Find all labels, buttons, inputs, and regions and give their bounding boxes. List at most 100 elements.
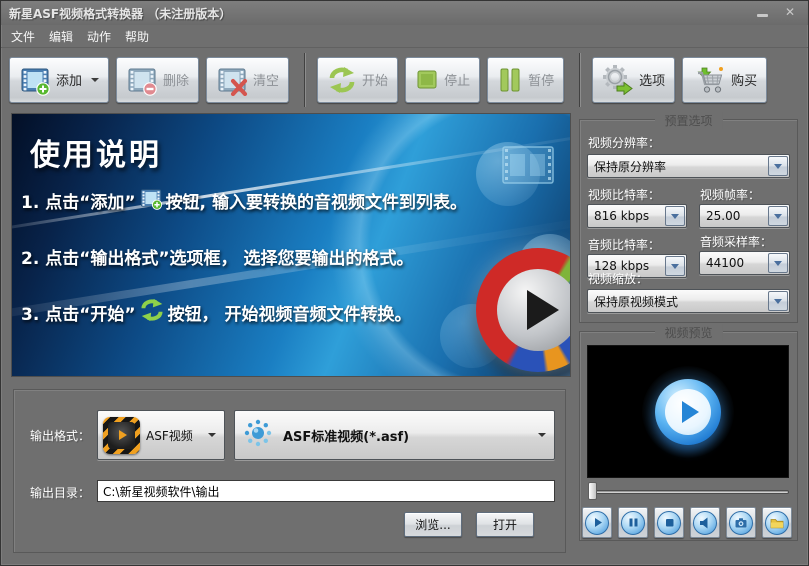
video-resolution-value: 保持原分辨率 (594, 159, 667, 174)
pause-icon (621, 510, 645, 535)
seek-slider-track[interactable] (593, 490, 789, 494)
play-triangle-icon (527, 290, 559, 330)
preview-play-button[interactable] (582, 507, 612, 538)
video-resolution-select[interactable]: 保持原分辨率 (587, 154, 790, 178)
add-video-inline-icon (139, 186, 163, 215)
stop-icon (657, 510, 681, 535)
seek-slider-thumb[interactable] (588, 482, 597, 500)
start-convert-inline-icon (139, 298, 165, 327)
video-scale-select[interactable]: 保持原视频模式 (587, 289, 790, 313)
chevron-down-icon[interactable] (768, 206, 788, 226)
instruction-step-1: 1. 点击“添加” 按钮, 输入要转换的音视频文件到列表。 (21, 186, 467, 215)
asf-format-icon (103, 416, 140, 454)
output-dir-input[interactable] (97, 480, 555, 502)
buy-button[interactable]: 购买 (682, 56, 768, 103)
profile-burst-icon (243, 418, 273, 452)
menubar: 文件 编辑 动作 帮助 (1, 25, 808, 47)
audio-bitrate-label: 音频比特率： (588, 238, 661, 252)
add-button-label: 添加 (56, 74, 83, 89)
chevron-down-icon[interactable] (768, 253, 788, 273)
media-player-logo-center (497, 269, 570, 351)
open-button[interactable]: 打开 (476, 512, 534, 537)
camera-icon (729, 510, 753, 535)
video-bitrate-select[interactable]: 816 kbps (587, 204, 687, 228)
delete-video-icon (126, 64, 158, 96)
menu-file[interactable]: 文件 (11, 28, 35, 45)
delete-button-label: 删除 (163, 74, 190, 89)
video-scale-label: 视频缩放： (588, 272, 649, 286)
add-button[interactable]: 添加 (9, 56, 110, 103)
step3-text: 按钮， 开始视频音频文件转换。 (167, 305, 412, 325)
menu-help[interactable]: 帮助 (125, 28, 149, 45)
output-dir-label: 输出目录： (30, 486, 91, 500)
buy-button-label: 购买 (731, 74, 758, 89)
browse-button[interactable]: 浏览... (404, 512, 462, 537)
delete-button[interactable]: 删除 (116, 56, 200, 103)
options-button[interactable]: 选项 (592, 56, 676, 103)
step3-text: 3. 点击“开始” (21, 305, 136, 325)
video-framerate-label: 视频帧率： (700, 188, 761, 202)
instruction-step-3: 3. 点击“开始” 按钮， 开始视频音频文件转换。 (21, 298, 411, 327)
player-controls (582, 507, 792, 538)
chevron-down-icon[interactable] (768, 156, 788, 176)
pause-button[interactable]: 暂停 (487, 56, 565, 103)
video-framerate-select[interactable]: 25.00 (699, 204, 790, 228)
speaker-icon (693, 510, 717, 535)
preset-options-group: 预置选项 视频分辨率： 保持原分辨率 视频比特率： 视频帧率： 816 kbps… (579, 112, 798, 323)
start-button-label: 开始 (362, 74, 389, 89)
video-scale-value: 保持原视频模式 (594, 294, 679, 309)
audio-samplerate-value: 44100 (706, 256, 745, 270)
play-icon (682, 400, 699, 423)
preview-mute-button[interactable] (690, 507, 720, 538)
video-framerate-value: 25.00 (706, 209, 741, 223)
step1-text: 按钮, 输入要转换的音视频文件到列表。 (165, 193, 467, 213)
add-video-icon (19, 64, 51, 96)
step1-text: 1. 点击“添加” (21, 193, 136, 213)
video-bitrate-value: 816 kbps (594, 209, 650, 223)
chevron-down-icon[interactable] (665, 256, 685, 276)
minimize-icon (756, 13, 768, 17)
open-output-folder-button[interactable] (762, 507, 792, 538)
add-dropdown-caret-icon (91, 77, 100, 82)
audio-samplerate-label: 音频采样率： (700, 235, 773, 249)
output-format-label: 输出格式： (30, 429, 91, 443)
output-format-profile-select[interactable]: ASF标准视频(*.asf) (234, 410, 555, 460)
preview-stop-button[interactable] (654, 507, 684, 538)
play-icon (585, 510, 609, 535)
menu-action[interactable]: 动作 (87, 28, 111, 45)
browse-button-label: 浏览... (415, 518, 451, 532)
stop-button[interactable]: 停止 (405, 56, 481, 103)
preset-options-title: 预置选项 (654, 112, 723, 129)
start-button[interactable]: 开始 (317, 56, 399, 103)
toolbar-separator (579, 52, 581, 107)
gear-icon (602, 64, 634, 95)
pause-button-label: 暂停 (528, 74, 555, 89)
toolbar: 添加 删除 清空 开始 停止 暂停 选项 购买 (1, 47, 808, 111)
video-preview-title: 视频预览 (654, 324, 723, 341)
open-button-label: 打开 (492, 518, 517, 532)
clear-button[interactable]: 清空 (206, 56, 290, 103)
chevron-down-icon (538, 433, 546, 437)
instruction-step-2: 2. 点击“输出格式”选项框， 选择您要输出的格式。 (21, 244, 413, 269)
clear-button-label: 清空 (253, 74, 280, 89)
options-button-label: 选项 (639, 74, 666, 89)
audio-samplerate-select[interactable]: 44100 (699, 251, 790, 275)
close-button[interactable]: ✕ (780, 4, 800, 20)
video-preview-screen (587, 345, 789, 478)
minimize-button[interactable] (752, 4, 772, 20)
folder-icon (765, 510, 789, 535)
stop-button-label: 停止 (444, 74, 471, 89)
output-format-type-select[interactable]: ASF视频 (97, 410, 225, 460)
chevron-down-icon[interactable] (665, 206, 685, 226)
chevron-down-icon[interactable] (768, 291, 788, 311)
start-convert-icon (327, 66, 357, 94)
clear-list-icon (216, 64, 248, 96)
preview-pause-button[interactable] (618, 507, 648, 538)
instructions-panel: 使用说明 1. 点击“添加” 按钮, 输入要转换的音视频文件到列表。 2. 点击… (11, 113, 571, 377)
app-window: 新星ASF视频格式转换器 （未注册版本） ✕ 文件 编辑 动作 帮助 添加 删除… (0, 0, 809, 566)
menu-edit[interactable]: 编辑 (49, 28, 73, 45)
output-group: 输出格式： ASF视频 ASF标准视频(*.asf) 输出目录： 浏览... (13, 389, 566, 553)
instructions-title: 使用说明 (30, 138, 162, 173)
toolbar-separator (304, 52, 306, 107)
preview-snapshot-button[interactable] (726, 507, 756, 538)
